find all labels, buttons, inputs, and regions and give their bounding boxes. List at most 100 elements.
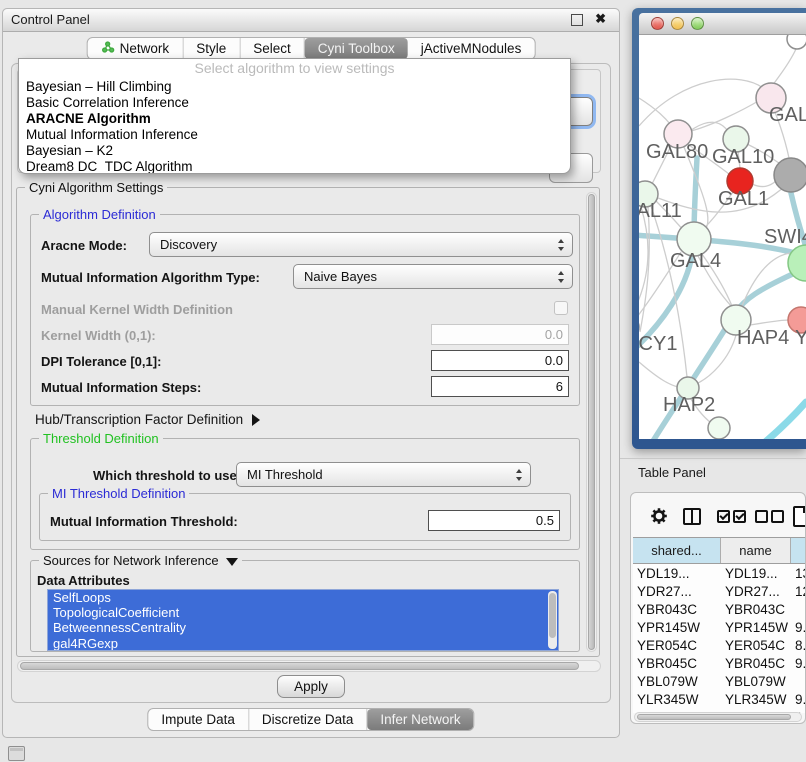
settings-gear-icon[interactable]	[649, 506, 669, 526]
attribute-item-topologicalcoefficient[interactable]: TopologicalCoefficient	[48, 605, 558, 620]
column-header-name[interactable]: name	[721, 538, 791, 563]
algorithm-item-bayesian-k2[interactable]: Bayesian – K2	[19, 143, 570, 159]
table-horizontal-thumb[interactable]	[637, 714, 791, 720]
node-label-y: Y	[795, 327, 806, 349]
algorithm-item-aracne-algorithm[interactable]: ARACNE Algorithm	[19, 111, 570, 127]
combo-arrows-icon	[557, 271, 566, 283]
tab-label: Network	[120, 41, 170, 56]
tab-discretize-data[interactable]: Discretize Data	[249, 709, 368, 730]
mi-threshold-field[interactable]	[428, 510, 560, 531]
algorithm-dropdown-popup: Select algorithm to view settings Bayesi…	[18, 58, 571, 174]
dpi-tolerance-field[interactable]	[431, 350, 569, 371]
table-row[interactable]: YPR145WYPR145W9.	[633, 618, 805, 636]
table-cell: YBR043C	[721, 602, 791, 617]
data-attributes-list: SelfLoopsTopologicalCoefficientBetweenne…	[47, 589, 559, 651]
network-node[interactable]	[774, 158, 806, 192]
algorithm-item-dream8-dc-tdc-algorithm[interactable]: Dream8 DC_TDC Algorithm	[19, 159, 570, 174]
table-cell: 13	[791, 566, 805, 581]
minimized-panel-icon[interactable]	[8, 746, 25, 761]
table-cell: YBR045C	[721, 656, 791, 671]
table-cell: 9.	[791, 656, 805, 671]
hub-definition-expander[interactable]: Hub/Transcription Factor Definition	[35, 412, 260, 427]
network-edge	[750, 320, 789, 325]
table-cell: YBR045C	[633, 656, 721, 671]
table-row[interactable]: YBL079WYBL079W	[633, 672, 805, 690]
threshold-definition-title: Threshold Definition	[39, 431, 163, 446]
sources-group-title[interactable]: Sources for Network Inference	[39, 553, 242, 568]
settings-horizontal-thumb[interactable]	[20, 662, 579, 670]
settings-scrollbar-thumb[interactable]	[588, 194, 595, 650]
manual-kernel-checkbox	[554, 301, 568, 315]
attribute-item-gal4rgexp[interactable]: gal4RGexp	[48, 636, 558, 651]
network-node[interactable]	[787, 35, 806, 49]
mi-steps-field[interactable]	[431, 376, 569, 397]
table-row[interactable]: YBR043CYBR043C	[633, 600, 805, 618]
table-cell: YBL079W	[721, 674, 791, 689]
algorithm-item-bayesian-hill-climbing[interactable]: Bayesian – Hill Climbing	[19, 79, 570, 95]
tab-select[interactable]: Select	[240, 38, 305, 59]
node-label-swi4: SWI4	[764, 226, 806, 248]
close-icon[interactable]: ✖	[595, 11, 606, 27]
column-header-shared[interactable]: shared...	[633, 538, 721, 563]
tab-impute-data[interactable]: Impute Data	[148, 709, 249, 730]
select-all-icon[interactable]	[717, 510, 749, 523]
attribute-item-betweennesscentrality[interactable]: BetweennessCentrality	[48, 620, 558, 635]
node-label-gal80: GAL80	[646, 141, 708, 163]
table-cell: 9.	[791, 692, 805, 707]
table-row[interactable]: YBR045CYBR045C9.	[633, 654, 805, 672]
aracne-mode-combo[interactable]: Discovery	[149, 232, 573, 257]
table-cell: YLR345W	[721, 692, 791, 707]
node-table: shared...nameA YDL19...YDL19...13YDR27..…	[633, 537, 805, 713]
table-cell: YDR27...	[721, 584, 791, 599]
network-canvas[interactable]: GAL7GAL80GAL10GAL1GAL11SWI4GAL4GCY1HAP4Y…	[639, 35, 806, 439]
algorithm-item-mutual-information-inference[interactable]: Mutual Information Inference	[19, 127, 570, 143]
network-window-titlebar[interactable]	[639, 13, 806, 35]
kernel-width-field	[431, 324, 569, 345]
settings-horizontal-scrollbar[interactable]	[17, 660, 601, 672]
dpi-tolerance-label: DPI Tolerance [0,1]:	[41, 354, 161, 369]
expand-right-icon[interactable]	[252, 414, 260, 426]
tab-style[interactable]: Style	[183, 38, 240, 59]
apply-button[interactable]: Apply	[277, 675, 345, 698]
tab-network[interactable]: Network	[88, 38, 184, 59]
zoom-window-icon[interactable]	[691, 17, 704, 30]
split-columns-icon[interactable]	[683, 508, 701, 525]
tab-cyni-toolbox[interactable]: Cyni Toolbox	[305, 38, 408, 59]
minimize-window-icon[interactable]	[671, 17, 684, 30]
network-edge	[752, 181, 776, 187]
table-cell: YPR145W	[633, 620, 721, 635]
attributes-scrollbar-thumb[interactable]	[549, 593, 556, 638]
table-cell: YDL19...	[633, 566, 721, 581]
network-edge	[757, 402, 806, 439]
attributes-scrollbar[interactable]	[548, 591, 557, 649]
collapse-down-icon[interactable]	[226, 558, 238, 566]
node-label-hap2: HAP2	[663, 394, 715, 416]
table-row[interactable]: YER054CYER054C8.	[633, 636, 805, 654]
cyni-bottom-tabbar: Impute DataDiscretize DataInfer Network	[147, 708, 474, 731]
close-window-icon[interactable]	[651, 17, 664, 30]
table-horizontal-scrollbar[interactable]	[634, 712, 802, 722]
table-row[interactable]: YDL19...YDL19...13	[633, 564, 805, 582]
new-table-icon[interactable]	[793, 506, 806, 527]
threshold-definition-group: Threshold Definition Which threshold to …	[30, 438, 580, 550]
attribute-item-selfloops[interactable]: SelfLoops	[48, 590, 558, 605]
kernel-width-label: Kernel Width (0,1):	[41, 328, 156, 343]
table-row[interactable]: YLR345WYLR345W9.	[633, 690, 805, 708]
table-panel-title: Table Panel	[638, 465, 706, 480]
mi-threshold-label: Mutual Information Threshold:	[50, 514, 238, 529]
deselect-all-icon[interactable]	[755, 510, 787, 523]
aracne-mode-label: Aracne Mode:	[41, 238, 127, 253]
tab-infer-network[interactable]: Infer Network	[367, 709, 473, 730]
column-header-a[interactable]: A	[791, 538, 806, 563]
tab-label: jActiveMNodules	[421, 41, 522, 56]
tab-jactivemnodules[interactable]: jActiveMNodules	[408, 38, 535, 59]
table-row[interactable]: YDR27...YDR27...12	[633, 582, 805, 600]
float-window-icon[interactable]	[571, 14, 583, 26]
algorithm-item-basic-correlation-inference[interactable]: Basic Correlation Inference	[19, 95, 570, 111]
algorithm-definition-group: Algorithm Definition Aracne Mode: Discov…	[30, 214, 580, 406]
settings-scrollbar[interactable]	[586, 192, 597, 652]
node-label-gal7: GAL7	[769, 104, 806, 126]
network-node[interactable]	[708, 417, 730, 439]
which-threshold-combo[interactable]: MI Threshold	[236, 462, 531, 487]
mi-algorithm-type-combo[interactable]: Naive Bayes	[293, 264, 573, 289]
